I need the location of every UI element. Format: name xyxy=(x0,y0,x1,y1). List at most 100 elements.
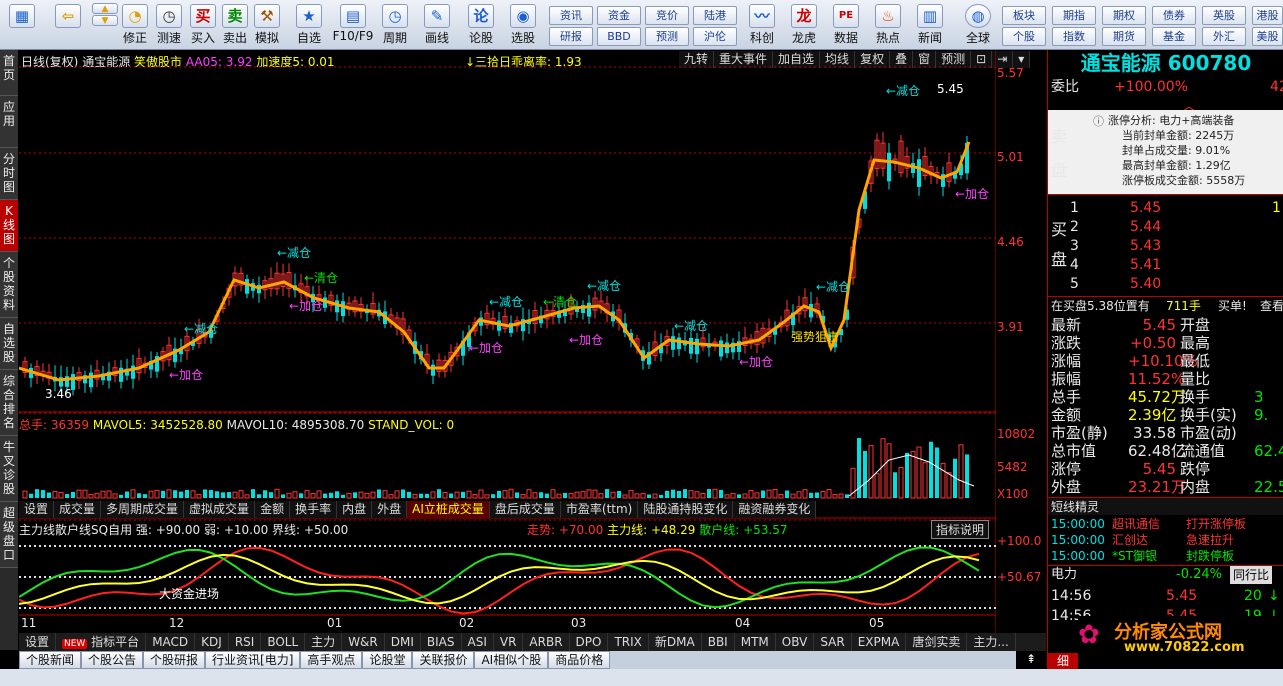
dragon-tiger-button[interactable]: 龙龙虎 xyxy=(786,2,822,48)
info-announcements[interactable]: 个股公告 xyxy=(81,651,144,669)
vtab-multi-volume[interactable]: 多周期成交量 xyxy=(101,501,185,518)
quick-futures[interactable]: 期货 xyxy=(1102,27,1146,46)
ind-arbr[interactable]: ARBR xyxy=(523,633,570,651)
global-button[interactable]: ◍ 全球 xyxy=(956,2,1000,48)
vtab-outer[interactable]: 外盘 xyxy=(372,501,408,518)
vtab-amount[interactable]: 金额 xyxy=(255,501,291,518)
quick-stock[interactable]: 个股 xyxy=(1002,27,1046,46)
ind-dmi[interactable]: DMI xyxy=(385,633,421,651)
vtab-inner[interactable]: 内盘 xyxy=(337,501,373,518)
ind-more[interactable]: 主力... xyxy=(967,633,1016,651)
tab-timeshare[interactable]: 分时图 xyxy=(0,148,18,200)
quick-us-stocks[interactable]: 美股 xyxy=(1252,27,1283,46)
data-button[interactable]: PE 数据 xyxy=(828,2,864,48)
buy-order-row[interactable]: 1 5.45 1 xyxy=(1048,199,1283,217)
ind-mtm[interactable]: MTM xyxy=(735,633,776,651)
vtab-volume[interactable]: 成交量 xyxy=(54,501,102,518)
favorites-button[interactable]: ★ 自选 xyxy=(292,2,326,48)
quick-forex[interactable]: 外汇 xyxy=(1202,27,1246,46)
tab-kline[interactable]: K线图 xyxy=(0,200,18,252)
quick-bonds[interactable]: 债券 xyxy=(1152,6,1196,25)
tab-diagnosis[interactable]: 牛叉诊股 xyxy=(0,436,18,502)
ind-kdj[interactable]: KDJ xyxy=(195,633,229,651)
quick-sector[interactable]: 板块 xyxy=(1002,6,1046,25)
vtab-pe[interactable]: 市盈率(ttm) xyxy=(560,501,639,518)
ind-sar[interactable]: SAR xyxy=(814,633,852,651)
ind-new-dma[interactable]: 新DMA xyxy=(649,633,702,651)
info-industry[interactable]: 行业资讯[电力] xyxy=(205,651,301,669)
ind-bias[interactable]: BIAS xyxy=(421,633,462,651)
ind-platform[interactable]: NEW 指标平台 xyxy=(56,633,147,651)
tab-apps[interactable]: 应用 xyxy=(0,96,18,148)
quick-hk-connect[interactable]: 陆港 xyxy=(693,6,737,25)
detail-tab[interactable]: 细 xyxy=(1048,653,1078,669)
ind-expma[interactable]: EXPMA xyxy=(852,633,907,651)
quick-shanghai-london[interactable]: 沪伦 xyxy=(693,27,737,46)
indicator-help-button[interactable]: 指标说明 xyxy=(931,520,990,539)
tab-super-panel[interactable]: 超级盘口 xyxy=(0,502,18,568)
quick-news[interactable]: 资讯 xyxy=(549,6,593,25)
hotspot-button[interactable]: ♨ 热点 xyxy=(870,2,906,48)
scroll-top-icon[interactable]: ⇞ xyxy=(1016,651,1046,669)
info-commodities[interactable]: 商品价格 xyxy=(548,651,611,669)
quick-auction[interactable]: 竞价 xyxy=(645,6,689,25)
forum-button[interactable]: 论论股 xyxy=(464,2,498,48)
buy-order-row[interactable]: 4 5.41 xyxy=(1048,256,1283,274)
vtab-settings[interactable]: 设置 xyxy=(19,501,55,518)
buy-button[interactable]: 买买入 xyxy=(188,2,218,48)
quick-funds[interactable]: 资金 xyxy=(597,6,641,25)
vtab-northbound[interactable]: 陆股通持股变化 xyxy=(638,501,734,518)
tab-watchlist[interactable]: 自选股 xyxy=(0,318,18,370)
vtab-virtual-volume[interactable]: 虚拟成交量 xyxy=(184,501,256,518)
quick-research[interactable]: 研报 xyxy=(549,27,593,46)
vtab-turnover[interactable]: 换手率 xyxy=(290,501,338,518)
nav-up-button[interactable]: ▲ ▼ xyxy=(90,2,120,48)
system-menu-button[interactable]: ▦ xyxy=(4,2,40,48)
ind-settings[interactable]: 设置 xyxy=(19,633,57,651)
ind-bbi[interactable]: BBI xyxy=(702,633,735,651)
tab-ranking[interactable]: 综合排名 xyxy=(0,370,18,436)
vtab-ai-volume[interactable]: AI立桩成交量 xyxy=(407,501,490,518)
ind-obv[interactable]: OBV xyxy=(776,633,815,651)
ind-dpo[interactable]: DPO xyxy=(570,633,609,651)
quick-hk-stocks[interactable]: 港股 xyxy=(1252,6,1283,25)
info-ai-similar[interactable]: AI相似个股 xyxy=(474,651,549,669)
stock-picker-button[interactable]: ◉ 选股 xyxy=(506,2,540,48)
info-research[interactable]: 个股研报 xyxy=(143,651,206,669)
simulate-button[interactable]: ⚒ 模拟 xyxy=(252,2,282,48)
info-forum[interactable]: 论股堂 xyxy=(362,651,413,669)
ind-asi[interactable]: ASI xyxy=(462,633,494,651)
ind-tangjian[interactable]: 唐剑实卖 xyxy=(906,633,968,651)
info-stock-news[interactable]: 个股新闻 xyxy=(19,651,82,669)
quick-bbd[interactable]: BBD xyxy=(597,27,641,46)
quick-uk-stocks[interactable]: 英股 xyxy=(1202,6,1246,25)
ind-vr[interactable]: VR xyxy=(494,633,524,651)
period-button[interactable]: ◷ 周期 xyxy=(378,2,412,48)
news-button[interactable]: ▥ 新闻 xyxy=(912,2,948,48)
buy-order-row[interactable]: 5 5.40 xyxy=(1048,275,1283,293)
draw-line-button[interactable]: ✎ 画线 xyxy=(420,2,454,48)
speed-button[interactable]: ◷ 测速 xyxy=(154,2,184,48)
ind-macd[interactable]: MACD xyxy=(146,633,196,651)
ind-boll[interactable]: BOLL xyxy=(261,633,306,651)
quick-options[interactable]: 期权 xyxy=(1102,6,1146,25)
back-button[interactable]: ⇦ xyxy=(50,2,86,48)
vtab-after-hours[interactable]: 盘后成交量 xyxy=(489,501,561,518)
tab-home[interactable]: 首页 xyxy=(0,50,18,96)
f10-button[interactable]: ▤ F10/F9 xyxy=(330,2,376,48)
sell-button[interactable]: 卖卖出 xyxy=(220,2,250,48)
fix-button[interactable]: ◔ 修正 xyxy=(120,2,150,48)
info-experts[interactable]: 高手观点 xyxy=(300,651,363,669)
ind-main-force[interactable]: 主力 xyxy=(305,633,343,651)
quick-forecast[interactable]: 预测 xyxy=(645,27,689,46)
short-signal-row[interactable]: 15:00:00 *ST御银 封跌停板 xyxy=(1048,547,1283,565)
quick-index[interactable]: 指数 xyxy=(1052,27,1096,46)
buy-order-row[interactable]: 3 5.43 xyxy=(1048,237,1283,255)
quick-index-futures[interactable]: 期指 xyxy=(1052,6,1096,25)
quick-funds2[interactable]: 基金 xyxy=(1152,27,1196,46)
ind-rsi[interactable]: RSI xyxy=(229,633,262,651)
buy-order-row[interactable]: 2 5.44 xyxy=(1048,218,1283,236)
ind-wr[interactable]: W&R xyxy=(342,633,385,651)
ind-trix[interactable]: TRIX xyxy=(608,633,649,651)
kline-chart-panel[interactable]: 日线(复权) 通宝能源 笑傲股市 AA05: 3.92 加速度5: 0.01 ↓… xyxy=(19,50,1041,633)
